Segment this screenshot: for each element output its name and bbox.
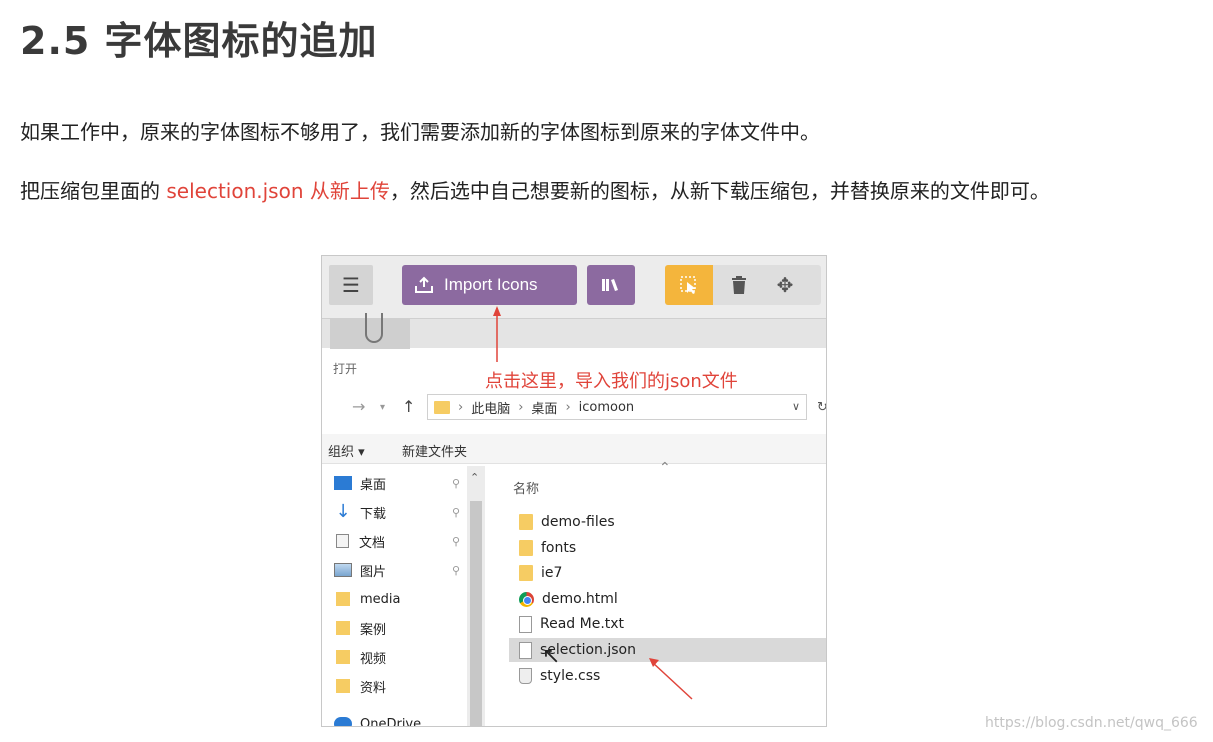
menu-button[interactable]: ☰: [329, 265, 373, 305]
file-row-demo-html[interactable]: demo.html: [509, 587, 826, 611]
organize-menu[interactable]: 组织 ▾: [328, 441, 365, 460]
file-name: demo-files: [541, 514, 615, 530]
breadcrumb-icomoon[interactable]: icomoon: [579, 400, 635, 415]
watermark: https://blog.csdn.net/qwq_666: [985, 715, 1198, 731]
sidebar-item-label: 文档: [359, 535, 386, 551]
file-row-ie7[interactable]: ie7: [509, 561, 826, 585]
import-icons-button[interactable]: Import Icons: [402, 265, 577, 305]
select-cursor-icon: [680, 276, 696, 294]
move-tool-button[interactable]: ✥: [765, 265, 805, 305]
mouse-cursor-icon: ↖: [542, 644, 561, 669]
strip-tab[interactable]: [330, 313, 410, 349]
select-tool-button[interactable]: [665, 265, 713, 305]
folder-icon: [434, 400, 450, 414]
file-name: Read Me.txt: [540, 616, 625, 632]
pin-icon[interactable]: ⚲: [452, 535, 460, 548]
breadcrumb-desktop[interactable]: 桌面: [531, 398, 557, 417]
breadcrumb-sep-icon: ›: [565, 399, 571, 415]
new-folder-button[interactable]: 新建文件夹: [402, 441, 467, 460]
history-dropdown-icon[interactable]: ▾: [380, 402, 385, 413]
breadcrumb-this-pc[interactable]: 此电脑: [471, 398, 510, 417]
dialog-title: 打开: [333, 362, 358, 376]
sidebar-item-cases[interactable]: 案例: [334, 617, 386, 639]
library-button[interactable]: [587, 265, 635, 305]
sidebar-item-label: 桌面: [360, 477, 387, 493]
file-name: fonts: [541, 540, 577, 556]
folder-icon: [519, 565, 533, 581]
chevron-down-icon[interactable]: ∨: [792, 400, 800, 413]
chrome-icon: [519, 591, 534, 607]
json-file-icon: [519, 641, 532, 659]
css-file-icon: [519, 668, 532, 684]
picture-icon: [334, 563, 352, 577]
nav-scrollbar-thumb[interactable]: [470, 501, 482, 726]
sidebar-item-pictures[interactable]: 图片: [334, 559, 386, 581]
folder-icon: [519, 514, 533, 530]
annotation-text: 点击这里，导入我们的json文件: [485, 371, 738, 392]
file-row-readme[interactable]: Read Me.txt: [509, 612, 826, 636]
pin-icon[interactable]: ⚲: [452, 506, 460, 519]
upload-icon: [415, 276, 433, 293]
sidebar-item-label: 视频: [360, 651, 387, 667]
import-icons-label: Import Icons: [444, 275, 538, 294]
sidebar-item-label: 图片: [360, 564, 387, 580]
sidebar-item-videos[interactable]: 视频: [334, 646, 386, 668]
clip-icon: [365, 313, 383, 343]
sidebar-item-downloads[interactable]: ↓ 下载: [334, 501, 386, 523]
delete-tool-button[interactable]: [719, 265, 759, 305]
folder-icon: [336, 679, 350, 693]
folder-icon: [336, 621, 350, 635]
sidebar-item-onedrive[interactable]: OneDrive: [334, 713, 422, 727]
folder-icon: [519, 540, 533, 556]
file-name: demo.html: [542, 591, 618, 607]
text-file-icon: [519, 615, 532, 633]
file-row-fonts[interactable]: fonts: [509, 536, 826, 560]
refresh-icon[interactable]: ↻: [817, 400, 826, 415]
address-row: → ▾ ↑ › 此电脑 › 桌面 › icomoon ∨ ↻: [322, 390, 826, 424]
library-icon: [602, 279, 618, 291]
forward-arrow-icon[interactable]: →: [352, 397, 365, 416]
document-icon: [336, 534, 349, 548]
command-bar: 组织 ▾ 新建文件夹: [322, 434, 826, 464]
file-name: ie7: [541, 565, 563, 581]
download-icon: ↓: [335, 501, 351, 522]
paragraph-intro: 如果工作中，原来的字体图标不够用了，我们需要添加新的字体图标到原来的字体文件中。: [20, 120, 820, 144]
sidebar-item-label: 资料: [360, 680, 387, 696]
sidebar-item-materials[interactable]: 资料: [334, 675, 386, 697]
trash-icon: [732, 276, 746, 294]
icomoon-toolbar: ☰ Import Icons ✥: [322, 256, 826, 318]
sidebar-item-label: 下载: [360, 506, 387, 522]
breadcrumb-sep-icon: ›: [458, 399, 464, 415]
breadcrumb-sep-icon: ›: [518, 399, 524, 415]
sidebar-item-label: media: [360, 591, 401, 607]
folder-icon: [336, 592, 350, 606]
sidebar-item-desktop[interactable]: 桌面: [334, 472, 386, 494]
cloud-icon: [334, 717, 352, 726]
embedded-screenshot: ☰ Import Icons ✥ 打开 → ▾ ↑ › 此电脑 › 桌面 › i…: [321, 255, 827, 727]
move-icon: ✥: [776, 273, 794, 297]
file-name: style.css: [540, 668, 601, 684]
folder-icon: [336, 650, 350, 664]
tab-strip: [322, 313, 826, 349]
scroll-up-icon[interactable]: ⌃: [470, 471, 479, 484]
sort-caret-icon: ⌃: [659, 460, 671, 476]
paragraph-instructions: 把压缩包里面的 selection.json 从新上传，然后选中自己想要新的图标…: [20, 175, 1050, 204]
pin-icon[interactable]: ⚲: [452, 564, 460, 577]
sidebar-item-label: OneDrive: [360, 716, 422, 727]
instruction-highlight: selection.json 从新上传: [166, 179, 390, 203]
instruction-pre: 把压缩包里面的: [20, 179, 167, 203]
sidebar-item-documents[interactable]: 文档: [334, 530, 385, 552]
desktop-icon: [334, 476, 352, 490]
pin-icon[interactable]: ⚲: [452, 477, 460, 490]
page-title: 2.5 字体图标的追加: [20, 19, 378, 63]
file-row-demo-files[interactable]: demo-files: [509, 510, 826, 534]
sidebar-item-label: 案例: [360, 622, 387, 638]
menu-icon: ☰: [342, 273, 360, 297]
address-bar[interactable]: › 此电脑 › 桌面 › icomoon: [427, 394, 807, 420]
up-arrow-icon[interactable]: ↑: [402, 397, 415, 416]
instruction-post: ，然后选中自己想要新的图标，从新下载压缩包，并替换原来的文件即可。: [389, 179, 1050, 203]
sidebar-item-media[interactable]: media: [334, 588, 401, 610]
column-header-name[interactable]: 名称: [513, 478, 539, 497]
